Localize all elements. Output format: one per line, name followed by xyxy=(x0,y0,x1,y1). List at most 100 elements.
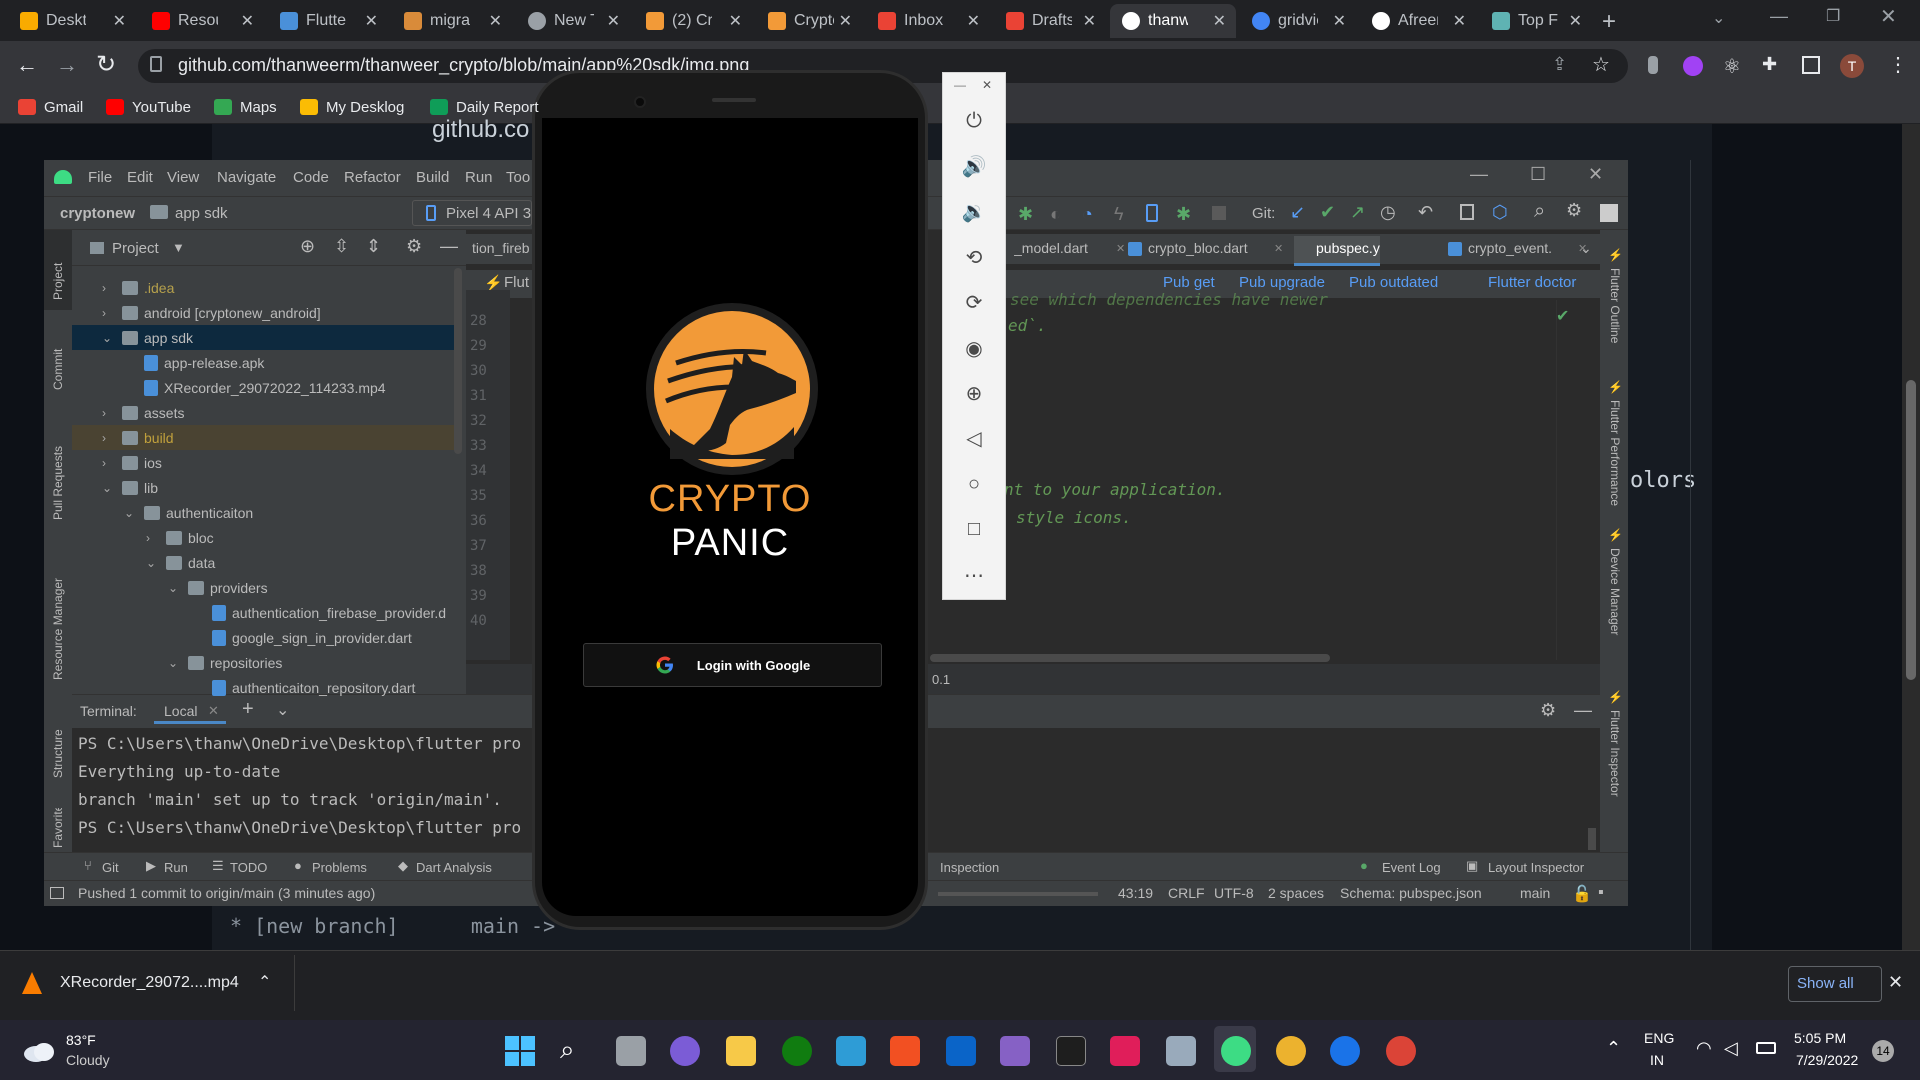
tree-item[interactable]: authentication_firebase_provider.d xyxy=(192,601,446,625)
emu-more-icon[interactable]: ⋯ xyxy=(958,560,990,590)
close-download-bar-icon[interactable]: ✕ xyxy=(1888,972,1903,993)
windows-start-icon[interactable] xyxy=(505,1052,519,1066)
project-settings-gear-icon[interactable]: ⚙ xyxy=(406,236,422,257)
xbox-icon[interactable] xyxy=(782,1036,812,1066)
tree-item-label[interactable]: android [cryptonew_android] xyxy=(144,305,321,321)
tab-label[interactable]: Flutter xyxy=(306,12,346,30)
hide-panel-icon[interactable]: — xyxy=(440,236,458,257)
windows-start-icon[interactable] xyxy=(505,1036,519,1050)
language-top[interactable]: ENG xyxy=(1644,1030,1674,1046)
project-scrollbar[interactable] xyxy=(454,268,462,454)
tab-youtube[interactable]: Resources ✕ xyxy=(140,4,264,38)
new-terminal-plus-icon[interactable]: + xyxy=(242,698,254,721)
share-icon[interactable]: ⇪ xyxy=(1552,54,1567,75)
pub-action-flutter-doctor[interactable]: Flutter doctor xyxy=(1488,274,1576,291)
menu-run[interactable]: Run xyxy=(465,169,493,186)
close-tab-icon[interactable]: ✕ xyxy=(729,11,742,31)
tree-item[interactable]: ⌄ data xyxy=(146,551,215,575)
close-tab-icon[interactable]: ✕ xyxy=(1213,11,1226,31)
lock-icon[interactable] xyxy=(150,56,162,72)
tree-item[interactable]: authenticaiton_repository.dart xyxy=(192,676,415,700)
tree-item-label[interactable]: lib xyxy=(144,480,158,496)
tab-label[interactable]: Top Flutter xyxy=(1518,12,1558,30)
account-icon[interactable] xyxy=(1600,204,1618,222)
search-icon[interactable]: ⌕ xyxy=(1534,200,1545,223)
terminal-dropdown-chevron-icon[interactable]: ⌄ xyxy=(276,700,289,720)
tool-favorites[interactable]: Favorites xyxy=(51,808,67,848)
tool-structure[interactable]: Structure xyxy=(51,708,67,778)
close-tab-icon[interactable]: ✕ xyxy=(967,11,980,31)
expand-arrow-icon[interactable]: ⌄ xyxy=(124,506,138,520)
menu-refactor[interactable]: Refactor xyxy=(344,169,401,186)
sdk-manager-icon[interactable]: ⬡ xyxy=(1492,202,1508,223)
expand-all-icon[interactable]: ⇳ xyxy=(334,236,349,257)
expand-arrow-icon[interactable]: › xyxy=(102,456,116,470)
tab-stack[interactable]: migrate ✕ xyxy=(392,4,512,38)
windows-start-icon[interactable] xyxy=(521,1052,535,1066)
stop-icon[interactable] xyxy=(1212,206,1226,220)
bookmark-maps[interactable]: Maps xyxy=(214,96,277,118)
download-filename[interactable]: XRecorder_29072....mp4 xyxy=(60,974,239,992)
windows-start-icon[interactable] xyxy=(521,1036,535,1050)
status-item[interactable]: main xyxy=(1520,885,1550,901)
inspection-tool[interactable]: Inspection xyxy=(940,860,999,875)
tab-label[interactable]: gridview xyxy=(1278,12,1318,30)
terminal-settings-gear-icon[interactable]: ⚙ xyxy=(1540,700,1556,721)
battery-icon[interactable] xyxy=(1756,1042,1776,1054)
tab-chrome[interactable]: New Tab ✕ xyxy=(516,4,630,38)
expand-arrow-icon[interactable]: › xyxy=(102,281,116,295)
tool-layout-inspector[interactable]: Layout Inspector xyxy=(1488,860,1584,875)
tab-label[interactable]: New Tab xyxy=(554,12,594,30)
volume-icon[interactable]: ◁ xyxy=(1724,1038,1738,1059)
weather-temp[interactable]: 83°F xyxy=(66,1032,96,1048)
login-button-label[interactable]: Login with Google xyxy=(697,658,810,673)
tree-item-label[interactable]: authenticaiton xyxy=(166,505,253,521)
expand-arrow-icon[interactable]: ⌄ xyxy=(168,581,182,595)
inspection-ok-icon[interactable]: ✔ xyxy=(1556,306,1569,326)
locate-file-icon[interactable]: ⊕ xyxy=(300,236,315,257)
menu-build[interactable]: Build xyxy=(416,169,449,186)
pub-action-pub-upgrade[interactable]: Pub upgrade xyxy=(1239,274,1325,291)
menu-edit[interactable]: Edit xyxy=(127,169,153,186)
studio-maximize-button[interactable]: ☐ xyxy=(1530,164,1546,185)
emu-rotate-left-icon[interactable]: ⟲ xyxy=(958,242,990,272)
close-terminal-tab-icon[interactable]: ✕ xyxy=(208,703,219,719)
bookmark-daily-report[interactable]: Daily Report xyxy=(430,96,539,118)
remote-desktop-icon[interactable] xyxy=(836,1036,866,1066)
clock-time[interactable]: 5:05 PM xyxy=(1794,1030,1846,1046)
tab-gmail[interactable]: Drafts ✕ xyxy=(994,4,1106,38)
emu-zoom-icon[interactable]: ⊕ xyxy=(958,378,990,408)
terminal-app-icon[interactable] xyxy=(1056,1036,1086,1066)
terminal-tab-local[interactable]: Local xyxy=(164,703,197,719)
tree-item-label[interactable]: bloc xyxy=(188,530,214,546)
restore-window-button[interactable]: ❐ xyxy=(1826,6,1840,26)
new-tab-button[interactable]: + xyxy=(1602,8,1616,36)
status-item[interactable]: CRLF xyxy=(1168,885,1205,901)
emulator-minimize-button[interactable]: — xyxy=(954,78,966,92)
tool-flutter-outline[interactable]: Flutter Outline xyxy=(1606,268,1622,358)
studio-minimize-button[interactable]: — xyxy=(1470,164,1488,185)
tree-item-label[interactable]: authentication_firebase_provider.d xyxy=(232,605,446,621)
close-tab-icon[interactable]: ✕ xyxy=(1453,11,1466,31)
forward-arrow-icon[interactable]: → xyxy=(56,52,78,78)
tool-flutter-performance[interactable]: Flutter Performance xyxy=(1606,400,1622,520)
react-devtools-icon[interactable]: ⚛ xyxy=(1723,54,1741,79)
chrome-icon[interactable] xyxy=(1386,1036,1416,1066)
tab-crypto-bloc-dart[interactable]: crypto_bloc.dart xyxy=(1148,240,1276,256)
device-name[interactable]: Pixel 4 API 3 xyxy=(446,205,531,222)
menu-file[interactable]: File xyxy=(88,169,112,186)
file-explorer-icon[interactable] xyxy=(726,1036,756,1066)
tab-label[interactable]: migrate xyxy=(430,12,470,30)
git-rollback-icon[interactable]: ↶ xyxy=(1418,202,1433,223)
tab-crypto[interactable]: (2) Crypto ✕ xyxy=(634,4,752,38)
tree-item-label[interactable]: providers xyxy=(210,580,268,596)
tree-item[interactable]: ⌄ repositories xyxy=(168,651,282,675)
editor-tab-partial[interactable]: tion_fireb xyxy=(472,240,530,256)
close-tab-icon[interactable]: ✕ xyxy=(1083,11,1096,31)
tool-git[interactable]: Git xyxy=(102,860,119,875)
profiler-icon[interactable]: ◔ xyxy=(1082,204,1093,225)
tab-label[interactable]: Inbox xyxy=(904,12,944,30)
tab-crypto-event-[interactable]: crypto_event. xyxy=(1468,240,1580,256)
tool-resource-manager[interactable]: Resource Manager xyxy=(51,550,67,680)
close-tab-icon[interactable]: ✕ xyxy=(1569,11,1582,31)
